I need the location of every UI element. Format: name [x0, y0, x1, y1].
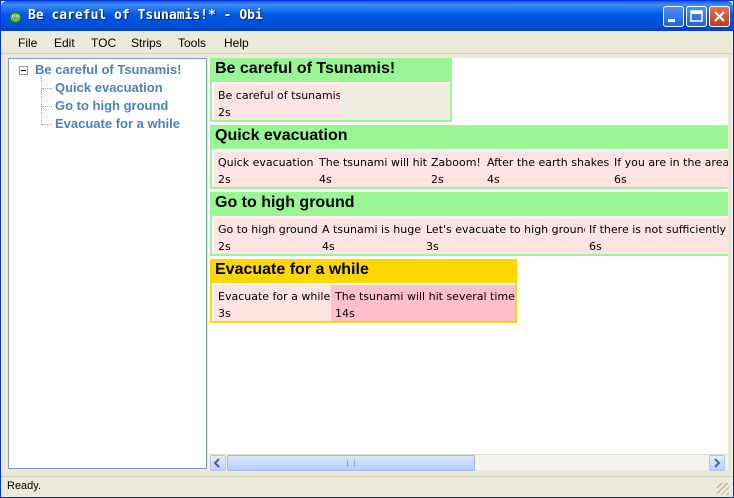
audio-block[interactable]: Quick evacuation 2s: [214, 151, 315, 187]
block-label: The tsunami will hit several times: [335, 290, 517, 303]
scroll-thumb[interactable]: [227, 455, 475, 471]
strip-go-to-high-ground[interactable]: Go to high ground Go to high ground 2s A…: [210, 192, 728, 256]
block-label: The tsunami will hit: [319, 156, 427, 169]
strip-evacuate-for-a-while[interactable]: Evacuate for a while Evacuate for a whil…: [210, 259, 517, 323]
block-duration: 3s: [218, 307, 231, 320]
scroll-left-arrow-icon: [213, 458, 220, 468]
scroll-grip-icon: [347, 460, 355, 467]
audio-block[interactable]: If you are in the area 6s: [610, 151, 728, 187]
block-label: If there is not sufficiently h: [589, 223, 728, 236]
status-bar: Ready.: [1, 476, 733, 497]
audio-block[interactable]: Be careful of tsunamis 2s: [214, 84, 342, 120]
maximize-icon: [690, 10, 703, 22]
menu-toc[interactable]: TOC: [91, 36, 116, 50]
menu-strips[interactable]: Strips: [131, 36, 162, 50]
block-duration: 4s: [322, 240, 335, 253]
menu-bar: File Edit TOC Strips Tools Help: [1, 31, 733, 54]
menu-help[interactable]: Help: [224, 36, 249, 50]
resize-grip-icon[interactable]: [717, 483, 729, 495]
block-duration: 6s: [614, 173, 627, 186]
block-label: Go to high ground: [218, 223, 318, 236]
scroll-left-button[interactable]: [210, 455, 226, 471]
title-bar[interactable]: Be careful of Tsunamis!* - Obi: [1, 1, 733, 31]
block-duration: 2s: [218, 173, 231, 186]
audio-block[interactable]: The tsunami will hit 4s: [315, 151, 427, 187]
strip-title[interactable]: Evacuate for a while: [212, 261, 515, 283]
menu-file[interactable]: File: [18, 36, 37, 50]
audio-block[interactable]: Let's evacuate to high ground 3s: [422, 218, 591, 254]
block-duration: 4s: [319, 173, 332, 186]
minimize-button[interactable]: [663, 6, 684, 27]
audio-block[interactable]: Go to high ground 2s: [214, 218, 318, 254]
close-icon: [714, 11, 725, 22]
strip-quick-evacuation[interactable]: Quick evacuation Quick evacuation 2s The…: [210, 125, 728, 189]
block-label: A tsunami is huge: [322, 223, 421, 236]
block-label: Quick evacuation: [218, 156, 314, 169]
selected-audio-block[interactable]: The tsunami will hit several times 14s: [331, 285, 517, 321]
block-duration: 6s: [589, 240, 602, 253]
menu-tools[interactable]: Tools: [178, 36, 206, 50]
toc-section-go-to-high-ground[interactable]: Go to high ground: [55, 98, 168, 113]
minimize-icon: [668, 19, 675, 22]
tree-connector: [42, 124, 52, 125]
status-text: Ready.: [7, 480, 42, 492]
strip-title[interactable]: Quick evacuation: [212, 127, 728, 149]
block-label: Be careful of tsunamis: [218, 89, 342, 102]
toc-tree-panel[interactable]: Be careful of Tsunamis! Quick evacuation…: [8, 58, 207, 469]
maximize-button[interactable]: [686, 6, 707, 27]
block-duration: 2s: [218, 106, 231, 119]
strip-title[interactable]: Go to high ground: [212, 194, 728, 216]
strip-be-careful-of-tsunamis[interactable]: Be careful of Tsunamis! Be careful of ts…: [210, 58, 452, 122]
audio-block[interactable]: After the earth shakes 4s: [483, 151, 610, 187]
strip-empty-area[interactable]: [340, 84, 450, 120]
block-duration: 3s: [426, 240, 439, 253]
close-button[interactable]: [709, 6, 730, 27]
scroll-right-arrow-icon: [714, 458, 721, 468]
block-label: Zaboom!: [431, 156, 481, 169]
block-duration: 2s: [218, 240, 231, 253]
toc-section-quick-evacuation[interactable]: Quick evacuation: [55, 80, 163, 95]
block-label: Evacuate for a while: [218, 290, 331, 303]
block-duration: 2s: [431, 173, 444, 186]
menu-edit[interactable]: Edit: [54, 36, 75, 50]
tree-connector: [42, 106, 52, 107]
strips-view[interactable]: Be careful of Tsunamis! Be careful of ts…: [208, 58, 728, 469]
tree-connector: [41, 76, 42, 125]
app-window: Be careful of Tsunamis!* - Obi File Edit…: [0, 0, 734, 498]
audio-block[interactable]: If there is not sufficiently h 6s: [585, 218, 728, 254]
toc-root-section[interactable]: Be careful of Tsunamis!: [35, 62, 181, 77]
block-duration: 4s: [487, 173, 500, 186]
block-label: After the earth shakes: [487, 156, 610, 169]
block-label: Let's evacuate to high ground: [426, 223, 591, 236]
audio-block[interactable]: A tsunami is huge 4s: [318, 218, 422, 254]
audio-block[interactable]: Zaboom! 2s: [427, 151, 483, 187]
block-label: If you are in the area: [614, 156, 728, 169]
audio-block[interactable]: Evacuate for a while 3s: [214, 285, 331, 321]
scroll-right-button[interactable]: [709, 455, 725, 471]
tree-connector: [42, 88, 52, 89]
block-duration: 14s: [335, 307, 355, 320]
window-title: Be careful of Tsunamis!* - Obi: [28, 8, 263, 23]
horizontal-scrollbar[interactable]: [208, 454, 728, 471]
obi-app-icon: [9, 12, 22, 23]
collapse-toggle-icon[interactable]: [19, 66, 28, 75]
toc-section-evacuate-for-a-while[interactable]: Evacuate for a while: [55, 116, 180, 131]
strip-title[interactable]: Be careful of Tsunamis!: [212, 60, 450, 82]
